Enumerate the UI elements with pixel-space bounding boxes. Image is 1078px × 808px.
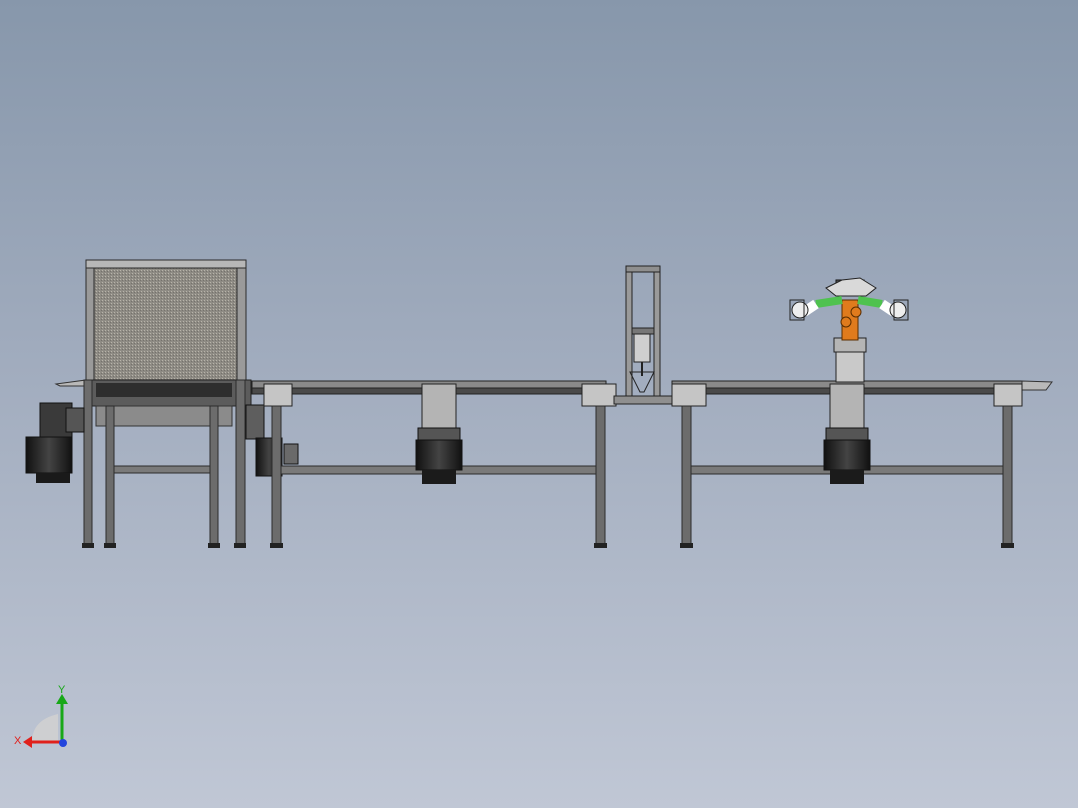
- conveyor-end-bracket: [581, 383, 617, 407]
- y-axis-label: Y: [58, 684, 66, 696]
- drive-motor: [415, 439, 463, 471]
- press-cylinder: [633, 333, 651, 363]
- gantry-station: [613, 265, 673, 405]
- conveyor-section-1: [251, 380, 617, 548]
- x-axis-head: [23, 736, 32, 748]
- cabinet-conveyor: [54, 259, 252, 548]
- cabinet-mesh-panel: [93, 267, 238, 381]
- cabinet-belt-slats: [96, 383, 232, 397]
- drive-motor: [823, 439, 871, 471]
- cabinet-leg-4: [235, 379, 246, 546]
- cabinet-left-post: [85, 267, 95, 381]
- cabinet-crossbar: [113, 465, 211, 474]
- gearbox: [421, 383, 457, 429]
- cabinet-roof: [85, 259, 247, 269]
- triad-plane: [32, 714, 58, 742]
- conveyor-end-bracket: [263, 383, 293, 407]
- assembly-drawing[interactable]: [0, 0, 1078, 808]
- outfeed-lip: [1021, 380, 1053, 391]
- cabinet-right-post: [236, 267, 247, 381]
- conveyor-section-2: [671, 380, 1053, 548]
- cabinet-leg-1: [83, 379, 93, 546]
- foot: [234, 543, 246, 548]
- z-axis-dot: [59, 739, 67, 747]
- foot: [82, 543, 94, 548]
- foot: [208, 543, 220, 548]
- robot-pedestal: [835, 351, 865, 383]
- cad-viewport[interactable]: Y X: [0, 0, 1078, 808]
- x-axis-label: X: [14, 735, 22, 747]
- gearbox: [829, 383, 865, 429]
- left-drive-motor: [25, 402, 85, 483]
- triad-graphic: Y X: [14, 684, 68, 748]
- cabinet-leg-3: [209, 405, 219, 546]
- cabinet-leg-2: [105, 405, 115, 546]
- dual-arm-robot: [789, 277, 909, 383]
- infeed-lip: [54, 379, 87, 387]
- foot: [104, 543, 116, 548]
- orientation-triad[interactable]: Y X: [10, 684, 80, 759]
